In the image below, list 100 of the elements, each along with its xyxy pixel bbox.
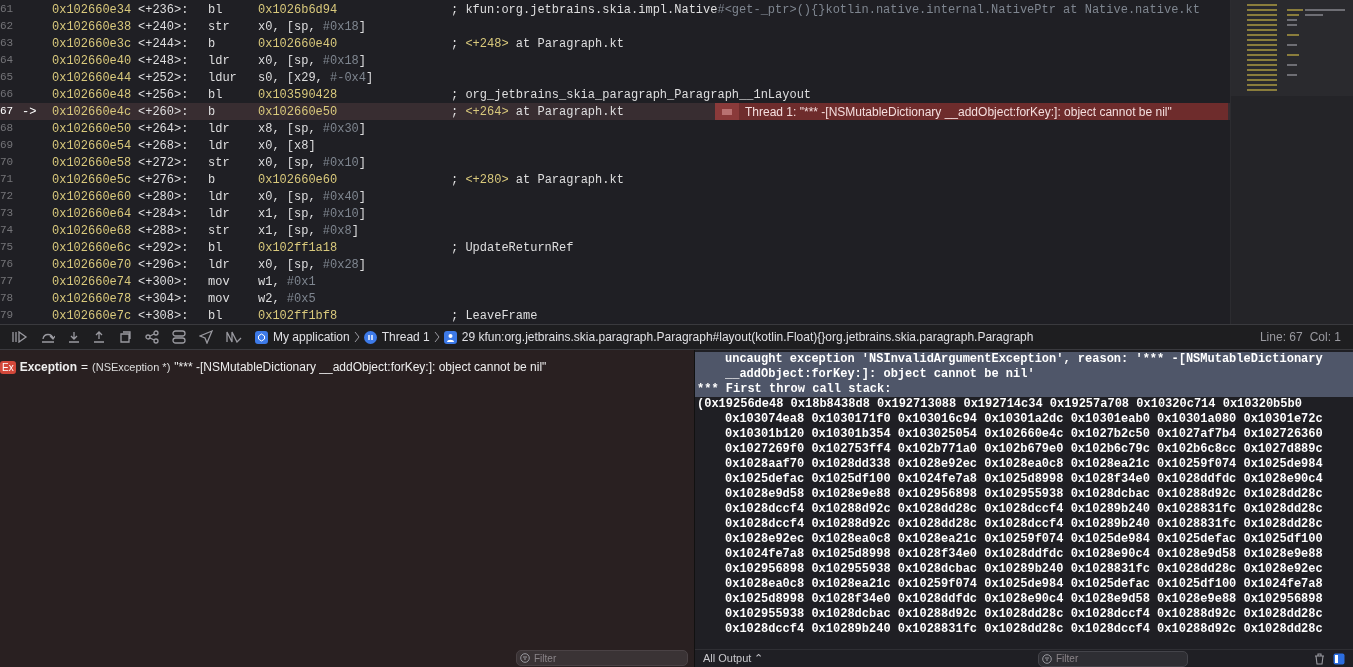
output-menu[interactable]: All Output ⌃ [703, 650, 764, 667]
line-number: 71 [0, 172, 15, 188]
comment: ; <+264> at Paragraph.kt [451, 103, 624, 121]
address: 0x102660e48 [52, 86, 133, 104]
address: 0x102660e68 [52, 222, 133, 240]
down-arrow-icon[interactable] [68, 331, 80, 343]
line-number: 76 [0, 257, 15, 273]
breadcrumb-item[interactable]: Thread 1 [381, 328, 430, 346]
operands: w1, #0x1 [258, 273, 317, 291]
mnemonic: ldr [208, 205, 231, 223]
offset: <+248>: [137, 52, 190, 70]
console-line: 0x1028dccf4 0x10288d92c 0x1028dd28c 0x1028dccf4 0x10289b240 0x1028831fc 0x1028dd28c [724, 517, 1324, 532]
mnemonic: b [208, 103, 217, 121]
nodes-icon[interactable] [145, 330, 159, 344]
mnemonic: ldr [208, 52, 231, 70]
offset: <+244>: [137, 35, 190, 53]
up-arrow-icon[interactable] [93, 331, 105, 343]
minimap-drawing[interactable] [1231, 0, 1353, 96]
address: 0x102660e78 [52, 290, 133, 308]
operands: x0, [x8] [258, 137, 317, 155]
offset: <+304>: [137, 290, 190, 308]
address: 0x102660e58 [52, 154, 133, 172]
line-number: 73 [0, 206, 15, 222]
offset: <+268>: [137, 137, 190, 155]
play-bars-icon[interactable] [12, 331, 28, 343]
variable-type: (NSException *) [92, 359, 171, 375]
cursor-column: Col: 1 [1309, 328, 1341, 346]
address: 0x102660e50 [52, 120, 133, 138]
line-number: 68 [0, 121, 15, 137]
operands: x8, [sp, #0x30] [258, 120, 368, 138]
offset: <+284>: [137, 205, 190, 223]
mnemonic: bl [208, 1, 224, 19]
operands: 0x103590428 [258, 86, 339, 104]
offset: <+300>: [137, 273, 190, 291]
console-line: 0x1027269f0 0x102753ff4 0x102b771a0 0x102b679e0 0x102b6c79c 0x102b6c8cc 0x1027d889c [724, 442, 1324, 457]
comment: ; <+248> at Paragraph.kt [451, 35, 624, 53]
address: 0x102660e54 [52, 137, 133, 155]
address: 0x102660e44 [52, 69, 133, 87]
console-line: 0x1028dccf4 0x10289b240 0x1028831fc 0x1028dd28c 0x1028dccf4 0x10288d92c 0x1028dd28c [724, 622, 1324, 637]
chevron-icon [433, 331, 440, 343]
thread-icon [363, 330, 377, 344]
address: 0x102660e3c [52, 35, 133, 53]
comment: ; LeaveFrame [451, 307, 538, 325]
operands: x1, [sp, #0x10] [258, 205, 368, 223]
trash-icon[interactable] [1314, 652, 1325, 665]
console-line: 0x102955938 0x1028dcbac 0x10288d92c 0x1028dd28c 0x1028dccf4 0x10288d92c 0x1028dd28c [724, 607, 1324, 622]
line-number: 78 [0, 291, 15, 307]
error-lines-icon [722, 108, 732, 115]
console-line: 0x1028ea0c8 0x1028ea21c 0x10259f074 0x1025de984 0x1025defac 0x1025df100 0x1024fe7a8 [724, 577, 1324, 592]
address: 0x102660e34 [52, 1, 133, 19]
offset: <+236>: [137, 1, 190, 19]
zigzag-icon[interactable] [226, 331, 242, 343]
variable-value: "*** -[NSMutableDictionary __addObject:forKey:]: object cannot be nil" [174, 359, 547, 376]
address: 0x102660e7c [52, 307, 133, 325]
panel-toggle-icon[interactable] [1333, 652, 1345, 665]
breadcrumb-item[interactable]: My application [273, 328, 350, 346]
console-line: 0x10301b120 0x10301b354 0x103025054 0x102660e4c 0x1027b2c50 0x1027af7b4 0x102726360 [724, 427, 1324, 442]
operands: 0x102ff1bf8 [258, 307, 339, 325]
offset: <+240>: [137, 18, 190, 36]
line-number: 62 [0, 19, 15, 35]
console-line: 0x103074ea8 0x1030171f0 0x103016c94 0x10301a2dc 0x10301eab0 0x10301a080 0x10301e72c [724, 412, 1324, 427]
comment: ; org_jetbrains_skia_paragraph_Paragraph__1nLayout [451, 86, 812, 104]
breadcrumb-item[interactable]: 29 kfun:org.jetbrains.skia.paragraph.Paragraph#layout(kotlin.Float){}org.jetbrains.skia.paragraph.Paragraph [461, 328, 1034, 346]
line-number: 77 [0, 274, 15, 290]
line-number: 79 [0, 308, 15, 324]
line-number: 61 [0, 2, 15, 18]
offset: <+280>: [137, 188, 190, 206]
operands: x0, [sp, #0x18] [258, 18, 368, 36]
arc-arrow-icon[interactable] [41, 331, 55, 343]
paper-plane-icon[interactable] [199, 330, 213, 344]
person-icon [443, 330, 457, 344]
equals-sign: = [81, 359, 89, 376]
filter-field[interactable]: Filter [1038, 650, 1188, 667]
filter-icon [1042, 653, 1052, 664]
app-icon [255, 330, 268, 344]
offset: <+276>: [137, 171, 190, 189]
console-line: 0x1025defac 0x1025df100 0x1024fe7a8 0x1025d8998 0x1028f34e0 0x1028ddfdc 0x1028e90c4 [724, 472, 1324, 487]
cursor-line: Line: 67 [1259, 329, 1303, 346]
offset: <+260>: [137, 103, 190, 121]
stacked-squares-icon[interactable] [118, 330, 132, 344]
exception-badge: Ex [0, 360, 16, 374]
error-message: Thread 1: "*** -[NSMutableDictionary __addObject:forKey:]: object cannot be nil" [745, 103, 1172, 121]
address: 0x102660e5c [52, 171, 133, 189]
mnemonic: str [208, 154, 231, 172]
offset: <+308>: [137, 307, 190, 325]
mnemonic: ldr [208, 256, 231, 274]
mnemonic: b [208, 35, 217, 53]
filter-field[interactable]: Filter [516, 650, 688, 666]
operands: 0x102660e60 [258, 171, 339, 189]
line-number: 69 [0, 138, 15, 154]
operands: 0x102ff1a18 [258, 239, 339, 257]
mnemonic: str [208, 18, 231, 36]
operands: 0x102660e50 [258, 103, 339, 121]
line-number: 70 [0, 155, 15, 171]
offset: <+292>: [137, 239, 190, 257]
operands: x0, [sp, #0x28] [258, 256, 368, 274]
toggle-switches-icon[interactable] [172, 330, 186, 344]
console-line: 0x1028dccf4 0x10288d92c 0x1028dd28c 0x1028dccf4 0x10289b240 0x1028831fc 0x1028dd28c [724, 502, 1324, 517]
offset: <+296>: [137, 256, 190, 274]
comment: ; UpdateReturnRef [451, 239, 574, 257]
